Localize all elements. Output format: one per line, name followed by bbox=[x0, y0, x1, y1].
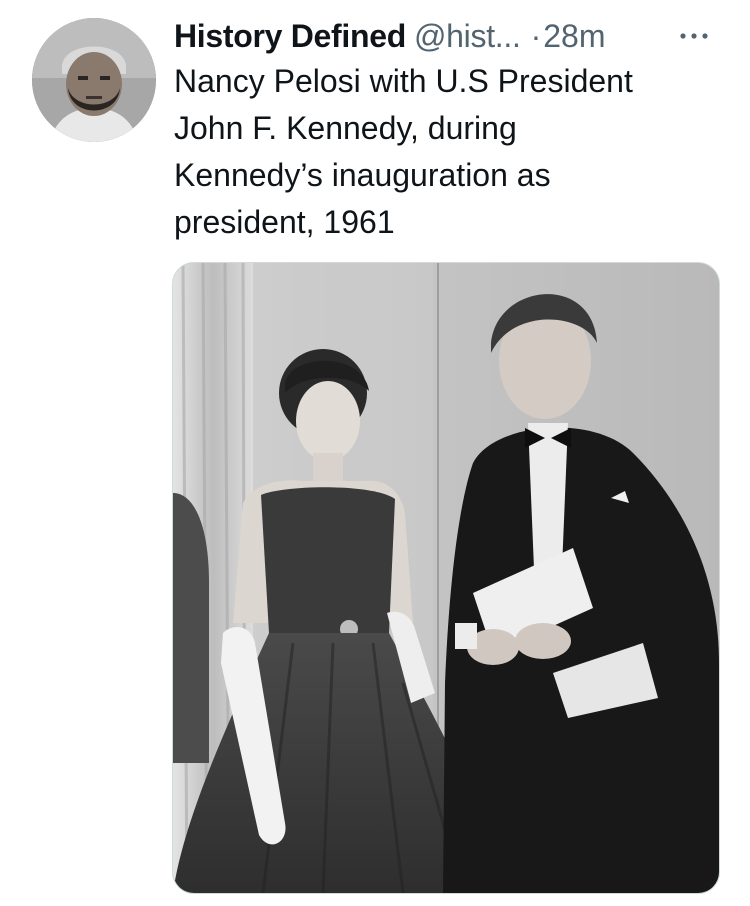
profile-photo-icon bbox=[32, 18, 156, 142]
more-options-button[interactable] bbox=[674, 14, 714, 58]
photo-image bbox=[173, 263, 719, 893]
author-handle[interactable]: @hist... bbox=[414, 14, 521, 58]
tweet-header: History Defined @hist... · 28m bbox=[174, 14, 714, 58]
author-display-name[interactable]: History Defined bbox=[174, 14, 406, 58]
tweet-photo[interactable] bbox=[172, 262, 720, 894]
separator-dot: · bbox=[530, 18, 542, 54]
author-avatar[interactable] bbox=[32, 18, 156, 142]
tweet[interactable]: History Defined @hist... · 28m Nancy Pel… bbox=[0, 0, 750, 906]
ellipsis-icon bbox=[680, 33, 708, 39]
tweet-timestamp[interactable]: 28m bbox=[543, 14, 605, 58]
tweet-text: Nancy Pelosi with U.S President John F. … bbox=[174, 63, 633, 240]
